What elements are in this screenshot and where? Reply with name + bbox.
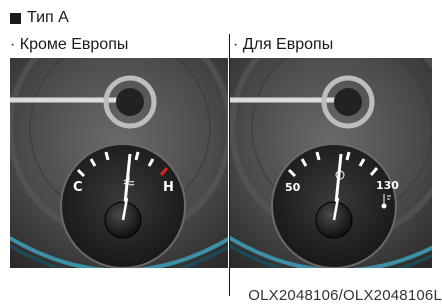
tick	[104, 151, 110, 161]
cluster-photo-europe: 50 130	[230, 58, 432, 268]
tick	[134, 151, 140, 161]
variant-label-europe: · Для Европы	[233, 36, 334, 53]
square-bullet-icon	[10, 12, 21, 24]
gauge-panel-non-europe: C H	[10, 58, 228, 268]
type-heading: Тип A	[10, 9, 69, 27]
cluster-photo-non-europe: C H	[10, 58, 228, 268]
gauge-low-label: 50	[285, 181, 301, 194]
tick	[345, 151, 351, 161]
type-heading-text: Тип A	[27, 9, 69, 26]
gauge-high-label: 130	[376, 179, 399, 192]
variant-label-non-europe: · Кроме Европы	[10, 36, 129, 53]
main-needle-hub-center	[334, 88, 362, 116]
main-needle-hub-center	[116, 88, 144, 116]
figure-caption: OLX2048106/OLX2048106L	[248, 287, 442, 304]
tick	[315, 151, 321, 161]
gauge-high-label: H	[163, 180, 174, 195]
gauge-panel-europe: 50 130	[230, 58, 432, 268]
gauge-low-label: C	[73, 180, 83, 195]
